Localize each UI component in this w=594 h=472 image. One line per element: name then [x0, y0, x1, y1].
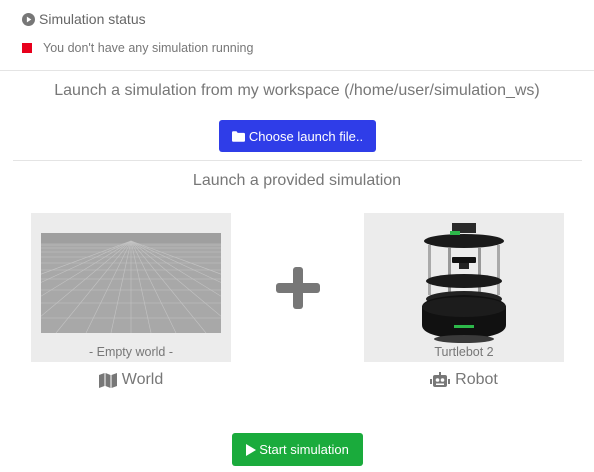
start-simulation-button[interactable]: Start simulation	[232, 433, 363, 466]
workspace-heading: Launch a simulation from my workspace (/…	[54, 82, 540, 99]
world-label-text: World	[121, 371, 164, 388]
robot-card[interactable]: Turtlebot 2	[364, 213, 564, 362]
plus-icon	[276, 267, 320, 309]
choose-launch-file-button[interactable]: Choose launch file..	[219, 120, 376, 152]
section-divider	[13, 160, 582, 161]
provided-simulation-heading: Launch a provided simulation	[192, 172, 402, 189]
world-card[interactable]: - Empty world -	[0, 213, 382, 362]
choose-launch-file-label: Choose launch file..	[248, 128, 364, 144]
status-indicator	[22, 43, 32, 53]
empty-world-grid-image	[0, 233, 382, 334]
folder-icon	[231, 130, 245, 142]
status-title-text: Simulation status	[39, 11, 146, 27]
robot-icon	[430, 372, 451, 388]
map-icon	[98, 372, 117, 388]
robot-label: Robot	[364, 371, 564, 389]
play-icon	[246, 443, 257, 456]
turtlebot-image	[422, 223, 506, 343]
simulation-status-title: Simulation status	[22, 11, 146, 27]
robot-label-text: Robot	[455, 371, 498, 388]
empty-world-thumbnail	[0, 233, 382, 334]
play-circle-icon	[22, 12, 35, 26]
world-caption: - Empty world -	[88, 345, 174, 359]
status-message-text: You don't have any simulation running	[43, 41, 254, 55]
simulation-status-message: You don't have any simulation running	[22, 41, 253, 55]
simulation-launcher: Simulation status You don't have any sim…	[0, 0, 594, 472]
start-simulation-label: Start simulation	[259, 442, 349, 457]
robot-caption: Turtlebot 2	[434, 345, 494, 359]
world-label: World	[31, 371, 231, 389]
turtlebot-thumbnail	[404, 221, 524, 345]
simulation-status-panel: Simulation status You don't have any sim…	[0, 0, 594, 71]
